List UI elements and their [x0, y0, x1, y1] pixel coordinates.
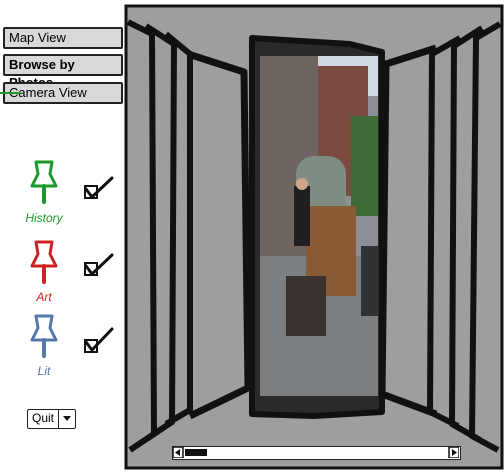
- category-history: History: [18, 158, 70, 228]
- featured-photo[interactable]: [256, 56, 378, 396]
- pushpin-icon: [30, 240, 58, 284]
- scrollbar-thumb: [185, 449, 207, 456]
- pushpin-icon: [30, 314, 58, 358]
- photo-scrollbar[interactable]: [172, 446, 461, 460]
- category-history-label: History: [25, 211, 63, 225]
- tab-map-view[interactable]: Map View: [3, 27, 123, 49]
- category-art: Art: [18, 238, 70, 308]
- quit-dropdown[interactable]: Quit: [27, 409, 77, 429]
- quit-label: Quit: [28, 410, 60, 428]
- art-checkbox[interactable]: [82, 252, 116, 282]
- chevron-down-icon[interactable]: [59, 410, 75, 428]
- tab-browse-by-photos[interactable]: Browse by Photos: [3, 54, 123, 90]
- pushpin-icon: [30, 160, 58, 204]
- category-lit-label: Lit: [37, 364, 51, 378]
- history-checkbox[interactable]: [82, 175, 116, 205]
- camera-view-marker: [0, 92, 20, 94]
- tab-map-view-label: Map View: [9, 30, 66, 45]
- lit-checkbox[interactable]: [82, 326, 116, 356]
- category-lit: Lit: [18, 312, 70, 382]
- category-art-label: Art: [36, 290, 52, 304]
